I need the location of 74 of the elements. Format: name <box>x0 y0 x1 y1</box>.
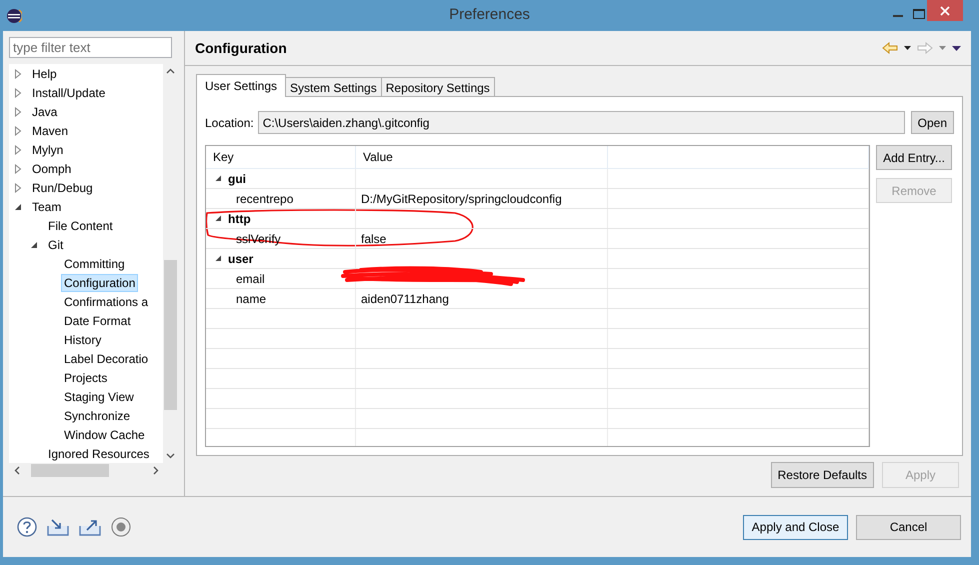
back-arrow-icon[interactable] <box>882 42 898 54</box>
app-icon <box>6 8 22 24</box>
tree-item[interactable]: Synchronize <box>61 406 134 424</box>
tab[interactable]: Repository Settings <box>380 77 495 97</box>
help-icon[interactable] <box>17 517 37 537</box>
tree-item[interactable]: Java <box>29 102 60 120</box>
filter-field[interactable]: type filter text <box>9 37 172 58</box>
collapse-icon[interactable] <box>29 240 39 250</box>
collapse-icon[interactable] <box>13 202 23 212</box>
expand-icon[interactable] <box>13 144 23 154</box>
page-title: Configuration <box>195 40 288 56</box>
tree-item[interactable]: Git <box>45 236 66 254</box>
dropdown-icon[interactable] <box>904 46 911 50</box>
tree-item[interactable]: Staging View <box>61 388 137 406</box>
location-label: Location: <box>205 116 254 130</box>
menu-icon[interactable] <box>952 46 961 50</box>
tree-item[interactable]: Configuration <box>61 274 138 292</box>
tree-item[interactable]: Committing <box>61 254 128 272</box>
close-button[interactable] <box>927 0 963 21</box>
tree-item[interactable]: Confirmations a <box>61 292 152 310</box>
column-header[interactable]: Key <box>206 146 356 168</box>
tree-item[interactable]: Ignored Resources <box>45 444 152 462</box>
tree-item[interactable]: Mylyn <box>29 140 66 158</box>
table-cell: false <box>356 229 608 248</box>
import-icon[interactable] <box>47 518 69 536</box>
open-button[interactable]: Open <box>910 111 954 134</box>
close-icon <box>940 6 950 16</box>
tree-item[interactable]: Date Format <box>61 312 134 330</box>
section-name: http <box>228 212 251 226</box>
column-header[interactable]: Value <box>356 146 608 168</box>
collapse-icon[interactable] <box>215 255 222 262</box>
scroll-up-icon[interactable] <box>166 68 175 74</box>
table-cell: aiden0711zhang <box>356 289 608 308</box>
tree-item[interactable]: Help <box>29 64 60 82</box>
tree-item[interactable]: Window Cache <box>61 426 148 444</box>
tree-item[interactable]: Install/Update <box>29 84 108 102</box>
table-cell: email <box>206 269 356 288</box>
scrollbar-thumb[interactable] <box>31 464 109 477</box>
collapse-icon[interactable] <box>215 175 222 182</box>
location-field[interactable]: C:\Users\aiden.zhang\.gitconfig <box>258 111 905 134</box>
tab[interactable]: System Settings <box>285 77 382 97</box>
expand-icon[interactable] <box>13 106 23 116</box>
table-cell: recentrepo <box>206 189 356 208</box>
window-title: Preferences <box>449 6 530 23</box>
tab[interactable]: User Settings <box>196 74 286 97</box>
tree-item[interactable]: Maven <box>29 122 72 140</box>
table-action-button[interactable]: Add Entry... <box>876 145 952 170</box>
expand-icon[interactable] <box>13 68 23 78</box>
collapse-icon[interactable] <box>215 215 222 222</box>
cancel-button[interactable]: Cancel <box>856 514 961 540</box>
tree-item[interactable]: Label Decoratio <box>61 350 152 368</box>
maximize-icon[interactable] <box>913 9 925 19</box>
section-name: user <box>228 252 254 266</box>
expand-icon[interactable] <box>13 88 23 98</box>
stop-icon[interactable] <box>111 517 131 537</box>
expand-icon[interactable] <box>13 182 23 192</box>
tree-item[interactable]: Oomph <box>29 160 74 178</box>
tree-item[interactable]: History <box>61 330 104 348</box>
table-cell: name <box>206 289 356 308</box>
restore-defaults-button[interactable]: Restore Defaults <box>770 462 874 488</box>
table-cell: D:/MyGitRepository/springcloudconfig <box>356 189 608 208</box>
tree-item[interactable]: Projects <box>61 368 110 386</box>
tree-item[interactable]: Team <box>29 198 64 216</box>
scroll-right-icon[interactable] <box>153 466 159 475</box>
apply-and-close-button[interactable]: Apply and Close <box>743 514 848 540</box>
section-name: gui <box>228 172 246 186</box>
expand-icon[interactable] <box>13 126 23 136</box>
tree-item[interactable]: File Content <box>45 216 116 234</box>
scroll-down-icon[interactable] <box>166 453 175 459</box>
export-icon[interactable] <box>79 518 101 536</box>
tree-item[interactable]: Run/Debug <box>29 178 96 196</box>
expand-icon[interactable] <box>13 164 23 174</box>
scroll-left-icon[interactable] <box>14 466 20 475</box>
scrollbar-thumb[interactable] <box>164 260 177 410</box>
